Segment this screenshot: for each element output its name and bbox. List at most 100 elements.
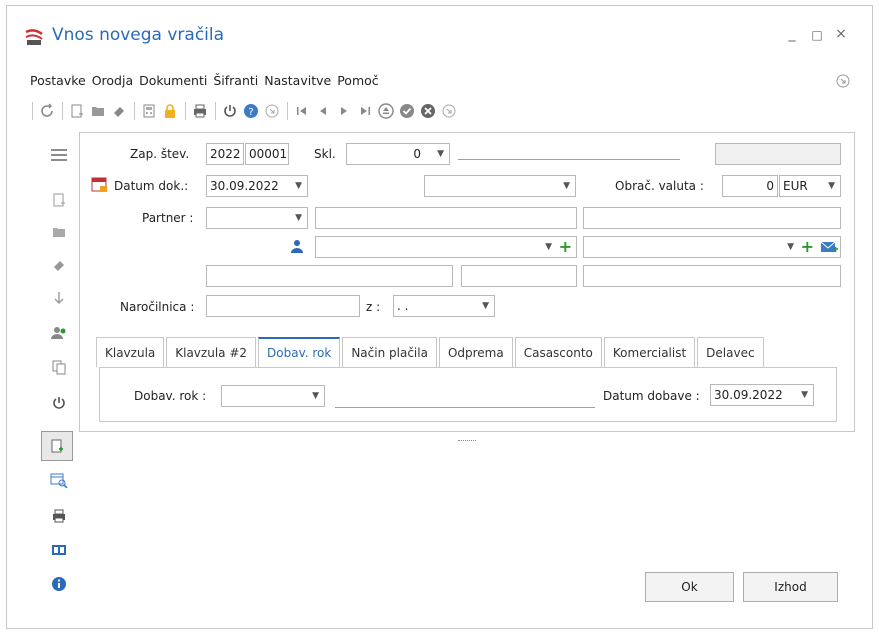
folder-icon[interactable] xyxy=(47,220,71,244)
add-icon[interactable]: + xyxy=(559,237,572,257)
chevron-down-icon: ▼ xyxy=(828,181,835,191)
tab-odprema[interactable]: Odprema xyxy=(438,337,513,367)
exit-button[interactable]: Izhod xyxy=(743,572,838,602)
cancel-icon[interactable] xyxy=(418,101,438,121)
check-icon[interactable] xyxy=(397,101,417,121)
tab-strip: Klavzula Klavzula #2 Dobav. rok Način pl… xyxy=(96,337,766,367)
eject-icon[interactable] xyxy=(376,101,396,121)
contact2-dropdown[interactable]: ▼ + xyxy=(583,236,841,258)
menu-icon[interactable] xyxy=(47,143,71,167)
doc-type-dropdown[interactable]: ▼ xyxy=(424,175,576,197)
tab-dobav-rok[interactable]: Dobav. rok xyxy=(258,337,341,367)
close-button[interactable]: × xyxy=(831,26,851,42)
svg-text:?: ? xyxy=(248,107,253,118)
status-field xyxy=(715,143,841,165)
minimize-button[interactable]: _ xyxy=(782,26,802,42)
forward-icon[interactable] xyxy=(439,101,459,121)
power-icon[interactable] xyxy=(47,391,71,415)
print-icon[interactable] xyxy=(190,101,210,121)
chevron-down-icon: ▼ xyxy=(295,213,302,223)
help-icon[interactable]: ? xyxy=(241,101,261,121)
chevron-down-icon: ▼ xyxy=(563,181,570,191)
number-field[interactable]: 00001 xyxy=(245,143,289,165)
currency-value: EUR xyxy=(783,179,808,193)
eraser-icon[interactable] xyxy=(109,101,129,121)
users-icon[interactable] xyxy=(47,321,71,345)
tab-casasconto[interactable]: Casasconto xyxy=(514,337,602,367)
lock-icon[interactable] xyxy=(160,101,180,121)
person-icon[interactable] xyxy=(290,239,304,253)
splitter-handle[interactable] xyxy=(458,440,476,442)
datum-dok-field[interactable]: 30.09.2022 ▼ xyxy=(206,175,308,197)
collapse-ribbon-icon[interactable] xyxy=(836,74,850,88)
currency-dropdown[interactable]: EUR ▼ xyxy=(779,175,841,197)
z-label: z : xyxy=(366,300,381,314)
refresh-icon[interactable] xyxy=(37,101,57,121)
add-icon[interactable]: + xyxy=(801,237,814,257)
circle-arrow-icon[interactable] xyxy=(262,101,282,121)
calculator-icon[interactable] xyxy=(139,101,159,121)
menu-sifranti[interactable]: Šifranti xyxy=(213,73,258,91)
menu-postavke[interactable]: Postavke xyxy=(30,73,86,91)
obrac-valuta-label: Obrač. valuta : xyxy=(615,179,704,193)
city-field[interactable] xyxy=(583,265,841,287)
tab-nacin-placila[interactable]: Način plačila xyxy=(342,337,437,367)
contact-dropdown[interactable]: ▼ + xyxy=(315,236,577,258)
datum-dobave-label: Datum dobave : xyxy=(603,389,700,403)
skl-value: 0 xyxy=(413,147,421,161)
narocilnica-field[interactable] xyxy=(206,295,360,317)
tab-klavzula[interactable]: Klavzula xyxy=(96,337,165,367)
arrow-down-icon[interactable] xyxy=(47,286,71,310)
tab-komercialist[interactable]: Komercialist xyxy=(603,337,696,367)
table-search-icon[interactable] xyxy=(47,468,71,492)
maximize-button[interactable]: □ xyxy=(807,28,827,42)
address-field[interactable] xyxy=(206,265,453,287)
chevron-down-icon: ▼ xyxy=(312,391,319,401)
datum-dobave-field[interactable]: 30.09.2022 ▼ xyxy=(710,384,814,406)
menu-pomoc[interactable]: Pomoč xyxy=(337,73,378,91)
prev-icon[interactable] xyxy=(313,101,333,121)
postal-field[interactable] xyxy=(461,265,577,287)
copy-icon[interactable] xyxy=(47,355,71,379)
datum-dok-label: Datum dok.: xyxy=(114,179,189,193)
dobav-rok-line xyxy=(335,407,595,408)
partner-extra-field[interactable] xyxy=(583,207,841,229)
calendar-icon[interactable] xyxy=(91,175,109,193)
narocilnica-label: Naročilnica : xyxy=(120,300,195,314)
partner-label: Partner : xyxy=(142,211,194,225)
dobav-rok-dropdown[interactable]: ▼ xyxy=(221,385,325,407)
panel-icon[interactable] xyxy=(47,538,71,562)
toolbar: ? xyxy=(28,100,460,122)
z-date-value: . . xyxy=(397,299,409,313)
menu-dokumenti[interactable]: Dokumenti xyxy=(139,73,207,91)
new-doc-icon[interactable] xyxy=(67,101,87,121)
first-icon[interactable] xyxy=(292,101,312,121)
dobav-rok-label: Dobav. rok : xyxy=(134,389,207,403)
add-doc-icon[interactable] xyxy=(41,431,73,461)
ok-button[interactable]: Ok xyxy=(645,572,734,602)
app-logo-icon xyxy=(25,29,43,45)
menu-bar: Postavke Orodja Dokumenti Šifranti Nasta… xyxy=(30,73,385,91)
z-date-field[interactable]: . . ▼ xyxy=(393,295,495,317)
partner-code-dropdown[interactable]: ▼ xyxy=(206,207,308,229)
mail-add-icon[interactable] xyxy=(820,240,838,254)
chevron-down-icon: ▼ xyxy=(545,242,552,252)
last-icon[interactable] xyxy=(355,101,375,121)
folder-icon[interactable] xyxy=(88,101,108,121)
new-doc-icon[interactable] xyxy=(47,188,71,212)
next-icon[interactable] xyxy=(334,101,354,121)
menu-nastavitve[interactable]: Nastavitve xyxy=(264,73,331,91)
year-field[interactable]: 2022 xyxy=(206,143,244,165)
chevron-down-icon: ▼ xyxy=(787,242,794,252)
info-icon[interactable] xyxy=(47,572,71,596)
print-icon[interactable] xyxy=(47,504,71,528)
chevron-down-icon: ▼ xyxy=(437,149,444,159)
tab-klavzula-2[interactable]: Klavzula #2 xyxy=(166,337,257,367)
eraser-icon[interactable] xyxy=(47,253,71,277)
power-icon[interactable] xyxy=(220,101,240,121)
valuta-value-field[interactable]: 0 xyxy=(722,175,778,197)
partner-name-field[interactable] xyxy=(315,207,577,229)
menu-orodja[interactable]: Orodja xyxy=(92,73,133,91)
tab-delavec[interactable]: Delavec xyxy=(697,337,764,367)
skl-dropdown[interactable]: 0 ▼ xyxy=(346,143,450,165)
